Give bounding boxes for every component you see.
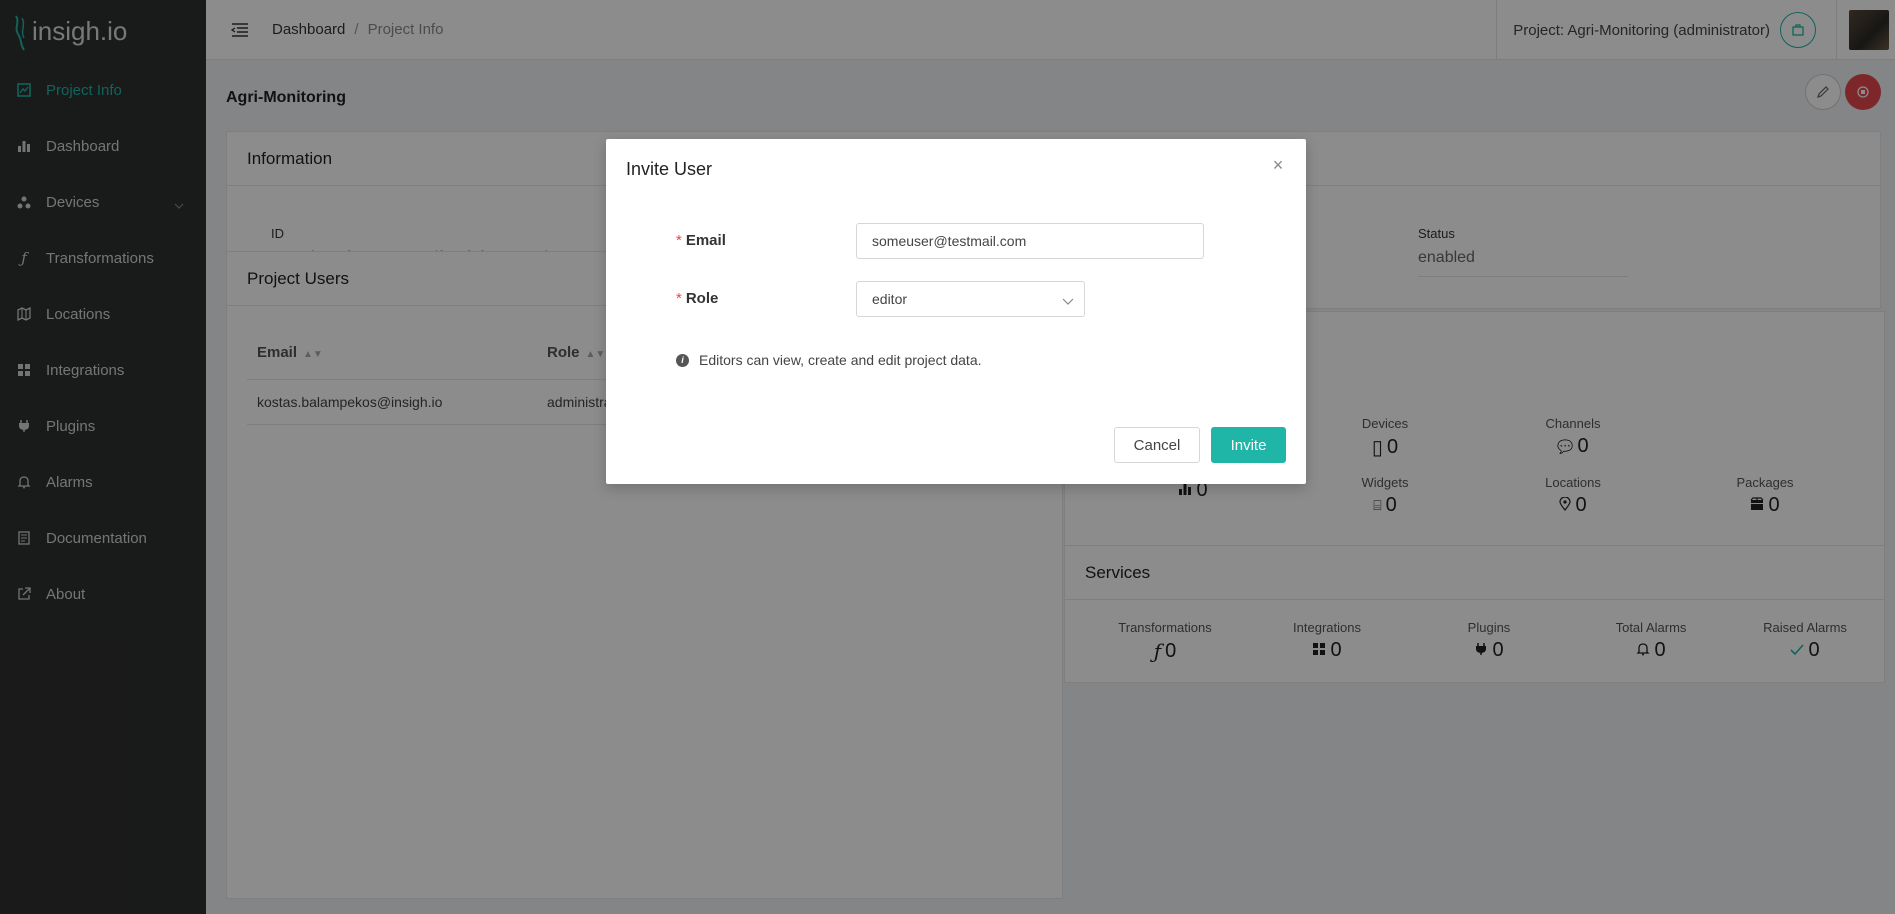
role-label: * Role bbox=[676, 290, 719, 307]
hint-text: Editors can view, create and edit projec… bbox=[699, 352, 982, 368]
email-value: someuser@testmail.com bbox=[872, 233, 1027, 249]
email-label: * Email bbox=[676, 232, 726, 249]
modal-title: Invite User bbox=[626, 159, 713, 179]
required-marker: * bbox=[676, 290, 682, 307]
role-value: editor bbox=[872, 291, 908, 307]
email-field[interactable]: someuser@testmail.com bbox=[856, 223, 1204, 259]
role-select[interactable]: editor bbox=[856, 281, 1085, 317]
info-icon: i bbox=[676, 353, 689, 367]
required-marker: * bbox=[676, 232, 682, 249]
invite-button[interactable]: Invite bbox=[1211, 427, 1286, 463]
invite-user-modal: Invite User × * Email someuser@testmail.c… bbox=[606, 139, 1306, 484]
chevron-down-icon bbox=[1062, 293, 1074, 309]
role-hint: i Editors can view, create and edit proj… bbox=[676, 352, 982, 368]
cancel-button[interactable]: Cancel bbox=[1114, 427, 1200, 463]
close-icon[interactable]: × bbox=[1266, 153, 1290, 177]
